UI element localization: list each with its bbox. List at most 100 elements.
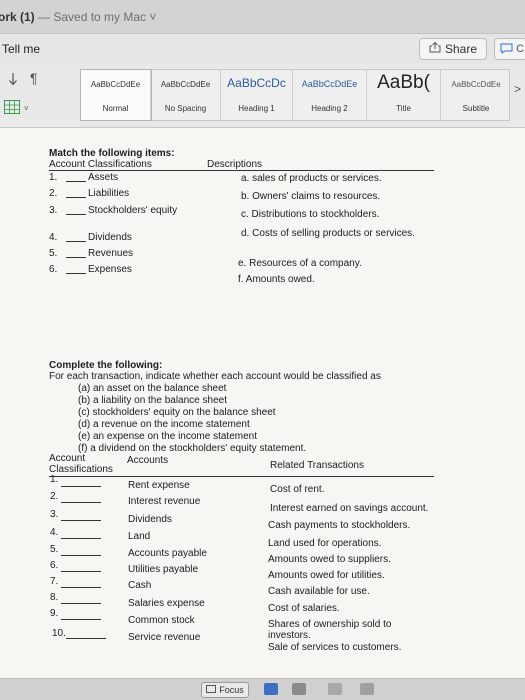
row-account: Accounts payable [128, 548, 207, 559]
row-num: 6. [50, 560, 59, 571]
answer-blank[interactable] [61, 571, 101, 572]
answer-blank[interactable] [61, 587, 101, 588]
answer-blank[interactable] [61, 603, 101, 604]
answer-blank[interactable] [66, 197, 86, 198]
style-sample: AaBbCcDdEe [451, 80, 501, 89]
match-num: 6. [49, 264, 58, 275]
comments-button[interactable]: C [494, 38, 525, 60]
row-transaction: Amounts owed to suppliers. [268, 554, 391, 565]
row-num: 5. [50, 544, 59, 555]
web-layout-icon[interactable] [292, 683, 306, 695]
tell-me-search[interactable]: Tell me [2, 42, 40, 56]
col-account: Account [49, 453, 86, 464]
match-num: 2. [49, 188, 58, 199]
description: d. Costs of selling products or services… [241, 228, 415, 239]
draft-view-icon[interactable] [360, 683, 374, 695]
row-transaction: Interest earned on savings account. [270, 503, 429, 514]
style-name: Heading 1 [238, 104, 275, 113]
row-account: Common stock [128, 615, 195, 626]
styles-gallery: AaBbCcDdEe Normal AaBbCcDdEe No Spacing … [80, 69, 510, 121]
col-related-transactions: Related Transactions [270, 460, 364, 471]
document-page[interactable]: Match the following items: Account Class… [0, 128, 525, 678]
chevron-down-icon[interactable]: ˅ [24, 104, 29, 113]
classification-option: (a) an asset on the balance sheet [78, 383, 227, 394]
share-label: Share [444, 42, 478, 56]
focus-icon [206, 685, 217, 695]
row-num: 10. [52, 628, 66, 639]
answer-blank[interactable] [66, 273, 86, 274]
home-ribbon: ¶ ˅ AaBbCcDdEe Normal AaBbCcDdEe No Spac… [0, 64, 525, 128]
style-normal[interactable]: AaBbCcDdEe Normal [80, 69, 152, 121]
complete-instruction: For each transaction, indicate whether e… [49, 371, 381, 382]
share-button[interactable]: Share [419, 38, 487, 60]
col-accounts: Accounts [127, 455, 169, 466]
focus-button[interactable]: Focus [201, 682, 249, 698]
table-icon[interactable] [4, 100, 20, 117]
row-transaction: Cost of rent. [270, 484, 325, 495]
row-transaction: Amounts owed for utilities. [268, 570, 385, 581]
style-title[interactable]: AaBb( Title [367, 70, 441, 120]
style-heading-1[interactable]: AaBbCcDc Heading 1 [221, 70, 293, 120]
match-num: 5. [49, 248, 58, 259]
match-item: Assets [88, 172, 119, 183]
match-item: Liabilities [88, 188, 130, 199]
outline-view-icon[interactable] [328, 683, 342, 695]
style-name: Heading 2 [311, 104, 348, 113]
style-subtitle[interactable]: AaBbCcDdEe Subtitle [441, 70, 511, 120]
answer-blank[interactable] [66, 181, 86, 182]
answer-blank[interactable] [61, 520, 101, 521]
answer-blank[interactable] [61, 486, 101, 487]
style-no-spacing[interactable]: AaBbCcDdEe No Spacing [151, 70, 221, 120]
match-item: Stockholders' equity [88, 205, 178, 216]
document-title[interactable]: ork (1) — Saved to my Mac ˅ [0, 10, 156, 24]
row-transaction: Shares of ownership sold to investors. [268, 619, 392, 641]
header-rule [49, 170, 434, 171]
comment-icon [500, 43, 516, 55]
match-num: 4. [49, 232, 58, 243]
answer-blank[interactable] [61, 619, 101, 620]
chevron-down-icon[interactable]: ˅ [149, 10, 156, 24]
toolbar-row: Tell me Share C [0, 34, 525, 64]
description: b. Owners' claims to resources. [241, 191, 381, 202]
row-num: 7. [50, 576, 59, 587]
row-transaction: Land used for operations. [268, 538, 382, 549]
row-transaction: Cash payments to stockholders. [268, 520, 411, 531]
style-heading-2[interactable]: AaBbCcDdEe Heading 2 [293, 70, 367, 120]
answer-blank[interactable] [66, 257, 86, 258]
row-account: Cash [128, 580, 152, 591]
answer-blank[interactable] [61, 538, 101, 539]
focus-label: Focus [219, 685, 244, 695]
share-icon [429, 41, 441, 56]
classification-option: (b) a liability on the balance sheet [78, 395, 227, 406]
description: c. Distributions to stockholders. [241, 209, 380, 220]
status-bar: Focus [0, 678, 525, 700]
title-separator: — [34, 10, 54, 24]
print-layout-icon[interactable] [264, 683, 278, 695]
row-transaction: Cost of salaries. [268, 603, 340, 614]
match-item: Revenues [88, 248, 134, 259]
style-name: Subtitle [462, 104, 490, 113]
match-num: 1. [49, 172, 58, 183]
answer-blank[interactable] [61, 502, 101, 503]
row-num: 9. [50, 608, 59, 619]
classification-option: (e) an expense on the income statement [78, 431, 257, 442]
answer-blank[interactable] [61, 555, 101, 556]
style-name: Normal [102, 104, 129, 113]
answer-blank[interactable] [66, 638, 106, 639]
document-name: ork (1) [0, 10, 35, 24]
match-item: Expenses [88, 264, 132, 275]
answer-blank[interactable] [66, 214, 86, 215]
styles-more-icon[interactable]: > [514, 82, 521, 96]
comments-label: C [516, 43, 525, 55]
classification-option: (f) a dividend on the stockholders' equi… [78, 443, 307, 454]
row-num: 4. [50, 527, 59, 538]
pilcrow-icon[interactable]: ¶ [30, 70, 38, 86]
match-item: Dividends [88, 232, 132, 243]
answer-blank[interactable] [66, 241, 86, 242]
row-num: 2. [50, 491, 59, 502]
saved-status: Saved to my Mac [53, 10, 147, 24]
sort-arrow-icon[interactable] [8, 72, 18, 89]
row-account: Salaries expense [128, 598, 205, 609]
classification-option: (d) a revenue on the income statement [78, 419, 250, 430]
row-account: Dividends [128, 514, 172, 525]
